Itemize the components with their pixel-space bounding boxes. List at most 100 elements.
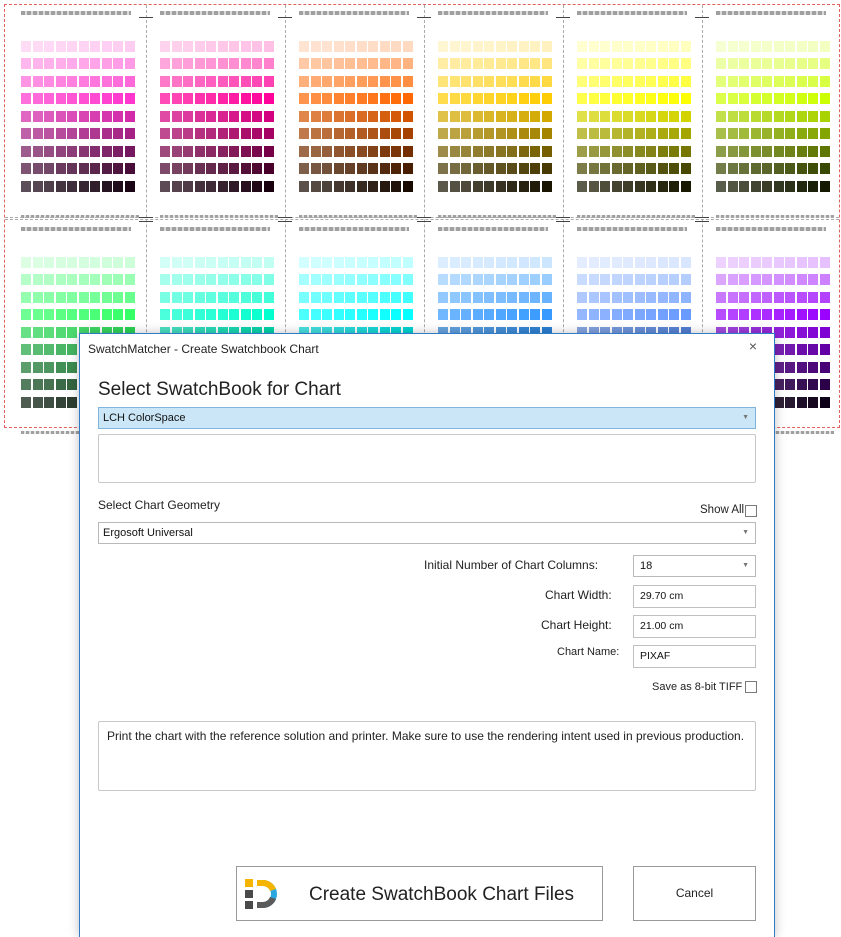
color-swatch (600, 180, 610, 192)
color-swatch (356, 309, 367, 320)
cancel-button[interactable]: Cancel (633, 866, 756, 921)
color-swatch (194, 274, 205, 285)
color-swatch (484, 274, 494, 285)
color-swatch (345, 58, 355, 69)
geometry-select[interactable]: Ergosoft Universal ▼ (98, 522, 756, 544)
color-swatch (21, 40, 31, 52)
save-tiff-checkbox[interactable] (745, 681, 757, 693)
color-swatch (90, 180, 100, 192)
color-swatch (796, 309, 807, 320)
color-swatch (796, 163, 807, 174)
color-swatch (217, 163, 228, 174)
color-swatch (484, 163, 494, 174)
color-swatch (773, 128, 784, 139)
color-swatch (461, 40, 471, 52)
color-swatch (495, 110, 506, 122)
panel-header (160, 11, 270, 15)
color-swatch (322, 291, 332, 303)
color-swatch (124, 180, 135, 192)
color-swatch (229, 75, 239, 87)
color-swatch (739, 291, 749, 303)
swatchbook-select[interactable]: LCH ColorSpace ▼ (98, 407, 756, 429)
color-swatch (252, 239, 262, 250)
color-swatch (541, 58, 552, 69)
color-swatch (379, 128, 390, 139)
color-swatch (90, 110, 100, 122)
color-swatch (368, 40, 378, 52)
color-swatch (623, 274, 633, 285)
color-swatch (634, 110, 645, 122)
color-swatch (263, 180, 274, 192)
color-swatch (21, 93, 31, 104)
color-swatch (183, 40, 193, 52)
color-swatch (379, 93, 390, 104)
color-swatch (739, 239, 749, 250)
color-swatch (623, 75, 633, 87)
color-swatch (379, 58, 390, 69)
color-swatch (368, 145, 378, 157)
color-swatch (518, 128, 529, 139)
columns-select[interactable]: 18 ▼ (633, 555, 756, 577)
color-swatch (67, 274, 77, 285)
geometry-label: Select Chart Geometry (98, 498, 221, 512)
color-swatch (530, 256, 540, 268)
color-swatch (368, 128, 378, 139)
color-swatch (240, 180, 251, 192)
color-swatch (600, 75, 610, 87)
color-swatch (206, 145, 216, 157)
color-swatch (611, 145, 622, 157)
color-swatch (484, 128, 494, 139)
color-swatch (263, 256, 274, 268)
color-swatch (484, 145, 494, 157)
color-swatch (657, 40, 668, 52)
color-swatch (773, 93, 784, 104)
color-swatch (101, 110, 112, 122)
color-swatch (773, 110, 784, 122)
show-all-checkbox[interactable] (745, 505, 757, 517)
color-swatch (773, 361, 784, 373)
color-swatch (507, 128, 517, 139)
color-swatch (541, 256, 552, 268)
color-swatch (773, 309, 784, 320)
color-swatch (356, 40, 367, 52)
panel-header (577, 11, 687, 15)
color-swatch (750, 93, 761, 104)
color-swatch (78, 163, 89, 174)
color-swatch (680, 274, 691, 285)
color-swatch (78, 274, 89, 285)
color-swatch (252, 58, 262, 69)
color-swatch (750, 309, 761, 320)
color-swatch (356, 256, 367, 268)
color-swatch (44, 396, 54, 408)
color-swatch (194, 128, 205, 139)
color-swatch (55, 309, 66, 320)
color-swatch (819, 309, 830, 320)
create-chart-files-button[interactable]: Create SwatchBook Chart Files (236, 866, 603, 921)
color-swatch (322, 180, 332, 192)
color-swatch (680, 239, 691, 250)
color-swatch (669, 40, 679, 52)
chart-height-field[interactable]: 21.00 cm (633, 615, 756, 638)
color-swatch (368, 163, 378, 174)
color-swatch (78, 128, 89, 139)
color-swatch (44, 75, 54, 87)
color-swatch (634, 163, 645, 174)
color-swatch (252, 163, 262, 174)
chart-name-field[interactable]: PIXAF (633, 645, 756, 668)
color-swatch (345, 75, 355, 87)
color-swatch (449, 180, 460, 192)
color-swatch (518, 145, 529, 157)
color-swatch (716, 93, 726, 104)
color-swatch (160, 128, 170, 139)
color-swatch (623, 163, 633, 174)
color-swatch (171, 145, 182, 157)
chart-width-field[interactable]: 29.70 cm (633, 585, 756, 608)
close-icon[interactable]: × (742, 336, 764, 356)
color-swatch (101, 23, 112, 34)
color-swatch (808, 163, 818, 174)
color-swatch (206, 128, 216, 139)
color-swatch (611, 75, 622, 87)
color-swatch (206, 309, 216, 320)
color-swatch (530, 239, 540, 250)
color-swatch (669, 128, 679, 139)
